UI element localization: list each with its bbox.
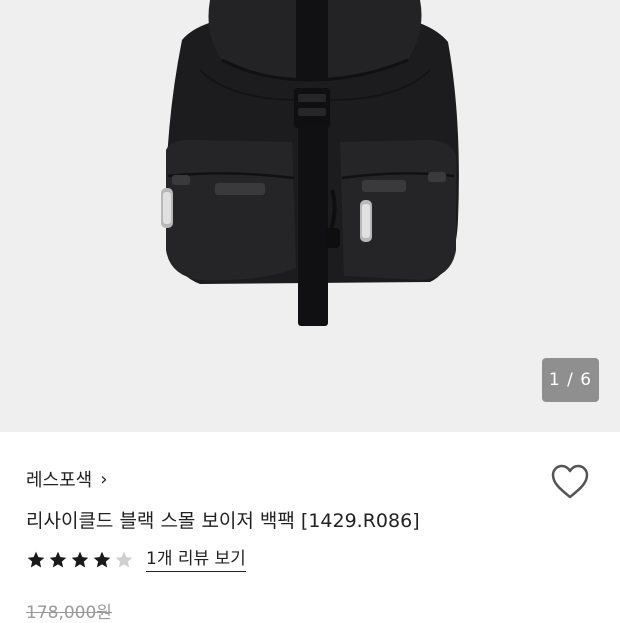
product-image-backpack	[161, 0, 459, 326]
heart-outline-icon	[551, 464, 589, 499]
original-price: 178,000원	[26, 603, 112, 623]
star-filled-icon	[93, 551, 111, 568]
favorite-button[interactable]	[548, 462, 592, 502]
product-info-panel: 레스포색 › 리사이클드 블랙 스몰 보이저 백팩 [1429.R086] 1개…	[0, 432, 620, 623]
star-filled-icon	[27, 551, 45, 568]
star-rating	[26, 550, 134, 570]
star-filled-icon	[71, 551, 89, 568]
product-image-gallery[interactable]: 1 / 6	[0, 0, 620, 432]
brand-link[interactable]: 레스포색 ›	[26, 466, 107, 492]
star-filled-icon	[49, 551, 67, 568]
rating-row: 1개 리뷰 보기	[26, 546, 246, 574]
star-empty-icon	[115, 551, 133, 568]
brand-name: 레스포색	[26, 470, 93, 491]
product-title: 리사이클드 블랙 스몰 보이저 백팩 [1429.R086]	[26, 510, 420, 532]
review-link[interactable]: 1개 리뷰 보기	[146, 548, 246, 572]
chevron-right-icon: ›	[100, 468, 108, 490]
image-counter: 1 / 6	[542, 358, 599, 402]
